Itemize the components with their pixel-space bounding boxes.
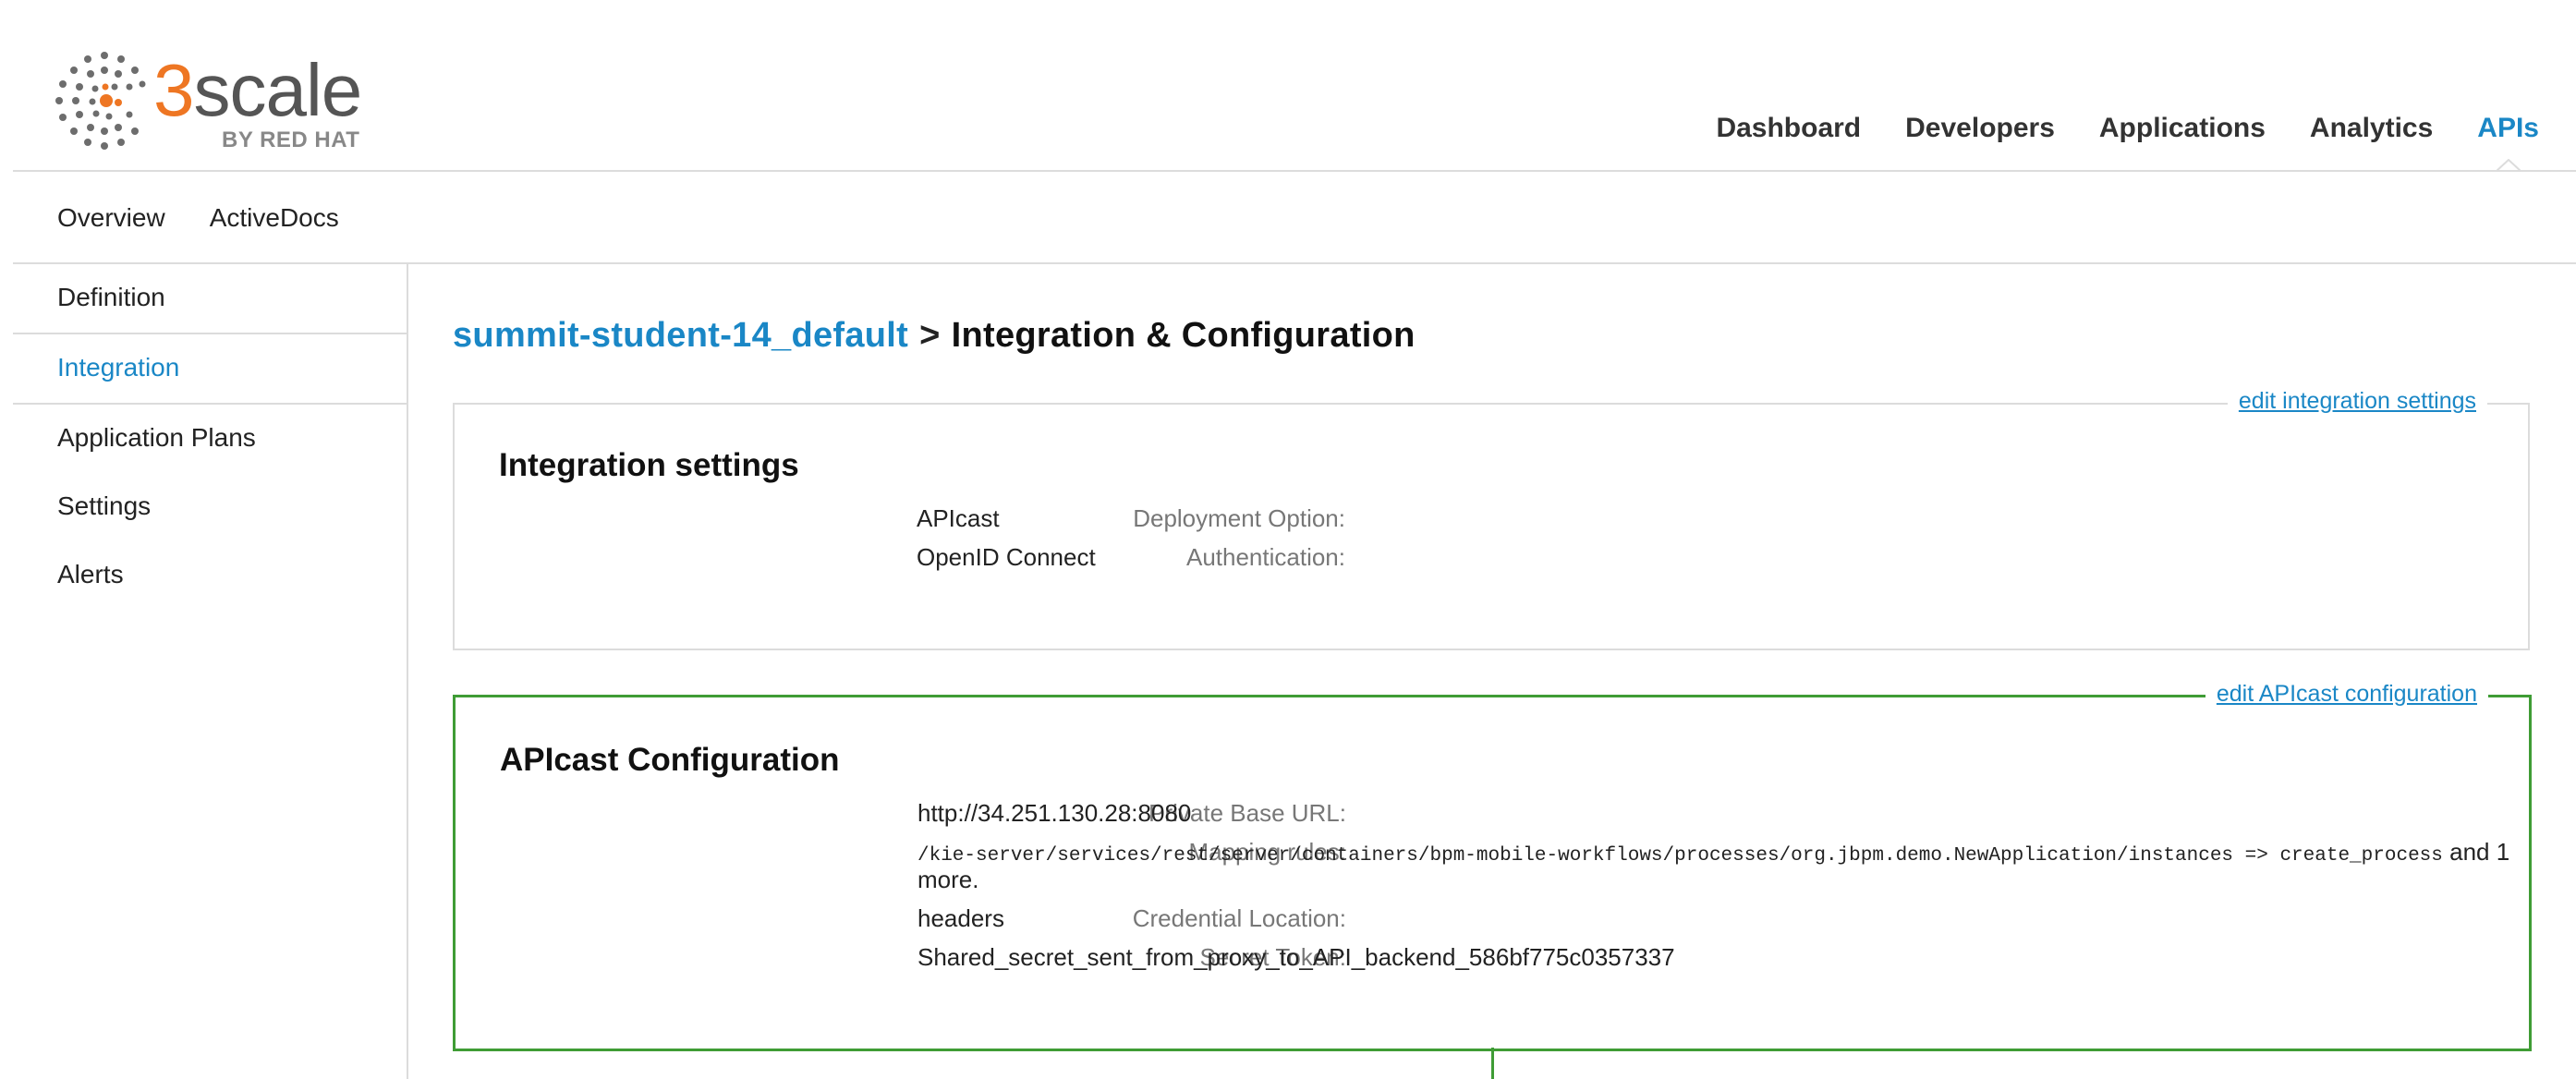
sidebar-divider (13, 403, 407, 405)
mapping-rules-more: and 1 (2449, 838, 2510, 866)
page-heading: Integration & Configuration (951, 316, 1416, 355)
nav-analytics[interactable]: Analytics (2310, 113, 2433, 144)
integration-settings-panel: edit integration settings Integration se… (453, 388, 2530, 650)
subnav-activedocs[interactable]: ActiveDocs (210, 203, 339, 233)
credential-location-label: Credential Location: (1132, 904, 1346, 932)
sub-navigation: Overview ActiveDocs (57, 203, 339, 233)
subnav-overview[interactable]: Overview (57, 203, 165, 233)
logo[interactable]: 3scale BY RED HAT (54, 50, 386, 152)
logo-dots-icon (55, 52, 146, 150)
sidebar-item-definition[interactable]: Definition (57, 283, 165, 312)
credential-location-value: headers (917, 904, 1004, 932)
nav-applications[interactable]: Applications (2099, 113, 2266, 144)
logo-wordmark: 3scale (153, 49, 362, 131)
authentication-value: OpenID Connect (917, 543, 1096, 571)
deployment-option-value: APIcast (917, 504, 1000, 532)
logo-tagline: BY RED HAT (222, 127, 360, 152)
top-navigation: Dashboard Developers Applications Analyt… (1716, 113, 2539, 144)
breadcrumb-service-link[interactable]: summit-student-14_default (453, 316, 908, 355)
edit-apicast-configuration-link[interactable]: edit APIcast configuration (2205, 681, 2488, 708)
private-base-url-value: http://34.251.130.28:8080 (917, 799, 1192, 827)
apicast-configuration-panel: edit APIcast configuration APIcast Confi… (453, 681, 2532, 1051)
page: 3scale BY RED HAT Dashboard Developers A… (0, 0, 2576, 1079)
mapping-rule-code: /kie-server/services/rest/server/contain… (917, 845, 2443, 867)
sidebar-divider (13, 333, 407, 334)
edit-integration-settings-link[interactable]: edit integration settings (2227, 388, 2487, 415)
secret-token-value: Shared_secret_sent_from_proxy_to_API_bac… (917, 943, 1675, 971)
authentication-label: Authentication: (1185, 543, 1345, 571)
integration-settings-title: Integration settings (499, 447, 799, 483)
sidebar-item-application-plans[interactable]: Application Plans (57, 423, 256, 453)
breadcrumb-separator: > (919, 316, 941, 355)
sidebar-item-settings[interactable]: Settings (57, 491, 151, 521)
nav-apis[interactable]: APIs (2477, 113, 2539, 144)
nav-dashboard[interactable]: Dashboard (1716, 113, 1861, 144)
page-title: summit-student-14_default > Integration & … (453, 316, 1416, 356)
sidebar-item-alerts[interactable]: Alerts (57, 560, 124, 589)
nav-developers[interactable]: Developers (1905, 113, 2055, 144)
apicast-configuration-title: APIcast Configuration (500, 742, 840, 778)
mapping-rules-more-line2: more. (917, 866, 979, 893)
header-divider (13, 170, 2576, 172)
mapping-rules-value: /kie-server/services/rest/server/contain… (917, 838, 2509, 867)
deployment-option-label: Deployment Option: (1133, 504, 1345, 532)
sidebar-item-integration[interactable]: Integration (57, 353, 179, 382)
sidebar: Definition Integration Application Plans… (13, 264, 408, 1079)
flow-connector-line (1491, 1048, 1494, 1079)
